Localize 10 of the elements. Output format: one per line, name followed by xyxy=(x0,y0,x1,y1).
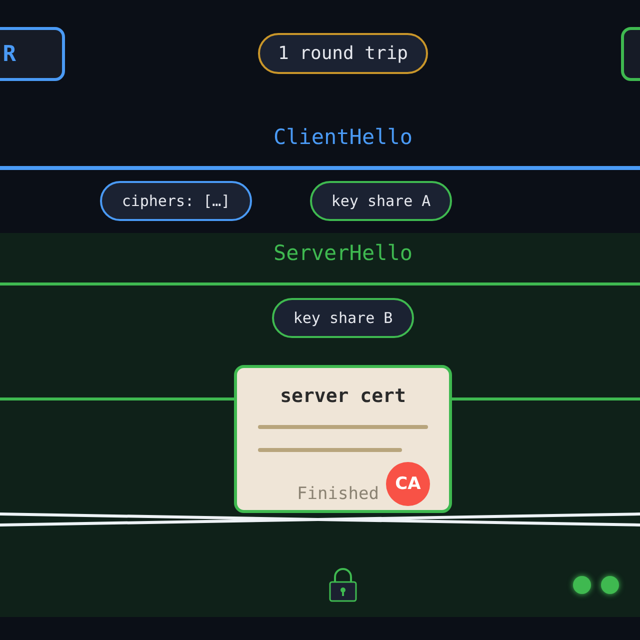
party-box: R xyxy=(0,27,65,81)
finished-label: Finished xyxy=(296,483,380,506)
field-chip: ciphers: […] xyxy=(100,181,252,221)
message-label: ServerHello xyxy=(272,240,414,267)
certificate-title: server cert xyxy=(279,384,407,408)
field-chip: key share B xyxy=(272,298,414,338)
round-trip-badge: 1 round trip xyxy=(258,33,428,74)
lock-icon xyxy=(329,567,357,603)
field-chip: key share A xyxy=(310,181,452,221)
message-label: ClientHello xyxy=(272,124,414,151)
